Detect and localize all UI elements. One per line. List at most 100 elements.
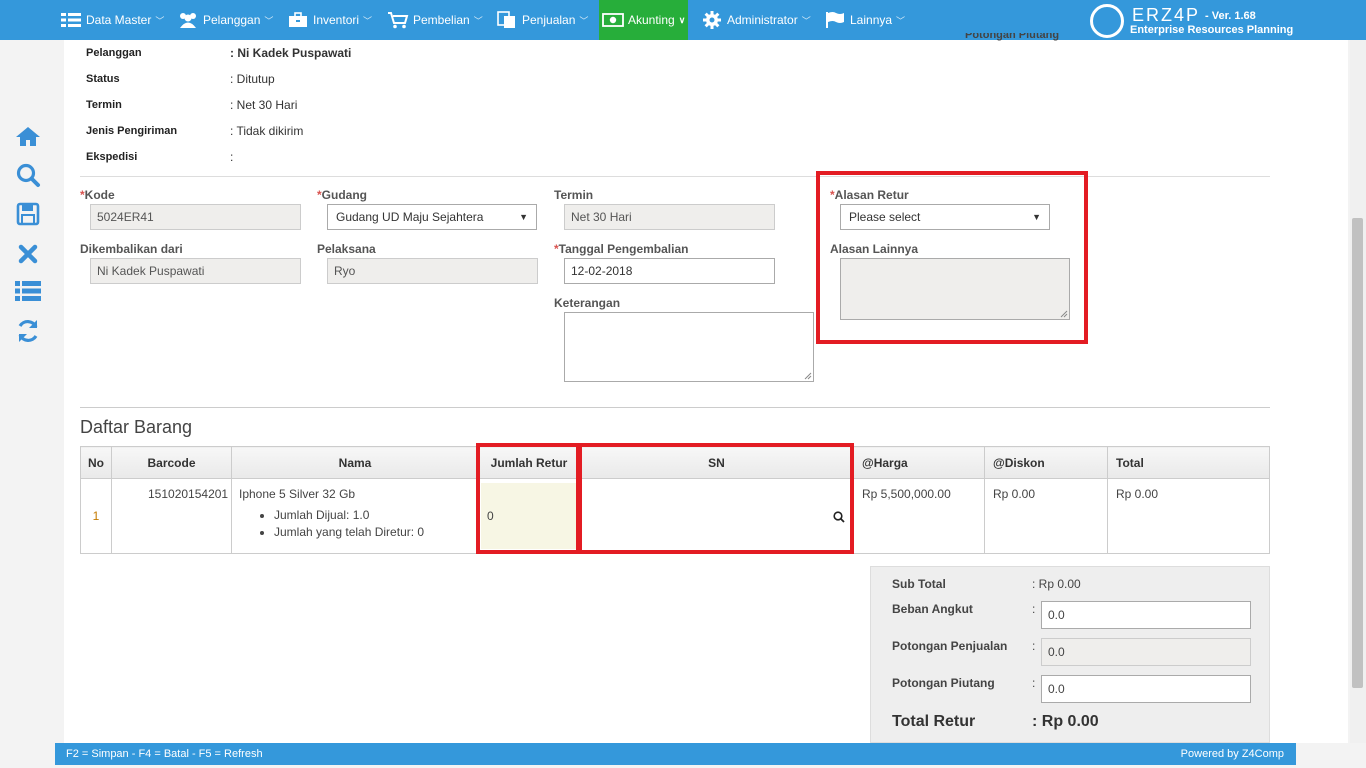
chevron-down-icon: ﹀ xyxy=(264,15,274,26)
users-icon xyxy=(177,11,199,29)
divider xyxy=(80,407,1270,408)
brand-name: ERZ4P xyxy=(1132,5,1201,25)
info-jenis-pengiriman-value: : Tidak dikirim xyxy=(230,124,304,138)
beban-angkut-input[interactable]: 0.0 xyxy=(1041,601,1251,629)
nav-label: Penjualan xyxy=(522,13,576,27)
quick-action-bar xyxy=(8,112,48,352)
list-icon xyxy=(15,281,41,301)
chevron-down-icon: ﹀ xyxy=(579,15,589,26)
refresh-button[interactable] xyxy=(8,315,48,347)
potongan-penjualan-input[interactable]: 0.0 xyxy=(1041,638,1251,666)
col-header-total: Total xyxy=(1107,446,1270,479)
money-icon xyxy=(602,11,624,29)
cell-diskon: Rp 0.00 xyxy=(984,478,1108,554)
info-ekspedisi-label: Ekspedisi xyxy=(86,151,138,163)
brand-logo: ERZ4P - Ver. 1.68 Enterprise Resources P… xyxy=(1090,2,1360,38)
documents-icon xyxy=(496,11,518,29)
nav-pembelian[interactable]: Pembelian ﹀ xyxy=(387,0,483,40)
dikembalikan-dari-label: Dikembalikan dari xyxy=(80,242,183,256)
info-termin-label: Termin xyxy=(86,99,122,111)
keterangan-textarea[interactable] xyxy=(564,312,814,382)
info-jenis-pengiriman-label: Jenis Pengiriman xyxy=(86,125,178,137)
beban-angkut-label: Beban Angkut xyxy=(892,602,973,616)
powered-by: Powered by Z4Comp xyxy=(1180,748,1284,760)
cell-barcode: 151020154201 xyxy=(111,478,232,554)
search-icon xyxy=(16,163,40,187)
col-header-harga: @Harga xyxy=(853,446,985,479)
gudang-select-value: Gudang UD Maju Sejahtera xyxy=(336,210,484,224)
tanggal-pengembalian-field[interactable]: 12-02-2018 xyxy=(564,258,775,284)
chevron-down-icon: ﹀ xyxy=(363,15,373,26)
termin-label: Termin xyxy=(554,188,594,202)
grid-list-icon xyxy=(60,11,82,29)
section-title-daftar-barang: Daftar Barang xyxy=(80,417,193,437)
cancel-button[interactable] xyxy=(8,238,48,270)
nav-penjualan[interactable]: Penjualan ﹀ xyxy=(496,0,588,40)
totals-panel: Sub Total : Rp 0.00 Beban Angkut : 0.0 P… xyxy=(870,566,1270,743)
top-navbar: Data Master ﹀ Pelanggan ﹀ Inventori ﹀ Pe… xyxy=(0,0,1366,40)
home-icon xyxy=(16,127,40,146)
nav-data-master[interactable]: Data Master ﹀ xyxy=(60,0,164,40)
nav-label: Lainnya xyxy=(850,13,893,27)
info-pelanggan-label: Pelanggan xyxy=(86,47,142,59)
kode-field[interactable]: 5024ER41 xyxy=(90,204,301,230)
highlight-box-sn xyxy=(576,443,854,554)
keterangan-label: Keterangan xyxy=(554,296,621,310)
cropped-header-text: Potongan Piutang xyxy=(965,33,1060,41)
nav-label: Akunting xyxy=(628,13,675,27)
save-button[interactable] xyxy=(8,198,48,230)
colon: : xyxy=(1032,602,1036,616)
nav-label: Pembelian xyxy=(413,13,470,27)
nav-akunting[interactable]: Akunting ∨ xyxy=(599,0,688,40)
nav-label: Pelanggan xyxy=(203,13,261,27)
nav-administrator[interactable]: Administrator ﹀ xyxy=(701,0,811,40)
brand-tagline: Enterprise Resources Planning xyxy=(1130,24,1294,36)
gudang-select[interactable]: Gudang UD Maju Sejahtera ▼ xyxy=(327,204,537,230)
close-icon xyxy=(18,244,38,264)
colon: : xyxy=(1032,676,1036,690)
nav-lainnya[interactable]: Lainnya ﹀ xyxy=(824,0,905,40)
potongan-piutang-label: Potongan Piutang xyxy=(892,676,995,690)
briefcase-icon xyxy=(287,11,309,29)
termin-field[interactable]: Net 30 Hari xyxy=(564,204,775,230)
pelaksana-field[interactable]: Ryo xyxy=(327,258,538,284)
info-pelanggan-value: : Ni Kadek Puspawati xyxy=(230,46,352,60)
sub-total-label: Sub Total xyxy=(892,577,946,591)
kode-label: *Kode xyxy=(80,188,115,202)
col-header-nama: Nama xyxy=(231,446,479,479)
info-termin-value: : Net 30 Hari xyxy=(230,98,298,112)
dikembalikan-dari-field[interactable]: Ni Kadek Puspawati xyxy=(90,258,301,284)
info-status-label: Status xyxy=(86,73,120,85)
sub-total-value: : Rp 0.00 xyxy=(1032,577,1081,591)
potongan-penjualan-label: Potongan Penjualan xyxy=(892,639,1008,653)
keyboard-shortcuts: F2 = Simpan - F4 = Batal - F5 = Refresh xyxy=(66,748,263,760)
cart-icon xyxy=(387,11,409,29)
info-ekspedisi-value: : xyxy=(230,150,234,164)
total-retur-label: Total Retur xyxy=(892,713,976,730)
flag-icon xyxy=(824,11,846,29)
dropdown-arrow-icon: ▼ xyxy=(519,212,528,222)
nav-label: Inventori xyxy=(313,13,360,27)
scrollbar-thumb[interactable] xyxy=(1352,218,1363,688)
chevron-down-icon: ﹀ xyxy=(801,15,811,26)
potongan-piutang-input[interactable]: 0.0 xyxy=(1041,675,1251,703)
home-button[interactable] xyxy=(8,120,48,152)
logo-mark-icon xyxy=(1090,4,1124,38)
resize-handle-icon[interactable] xyxy=(804,372,812,380)
col-header-no: No xyxy=(80,446,112,479)
col-header-diskon: @Diskon xyxy=(984,446,1108,479)
colon: : xyxy=(1032,639,1036,653)
list-button[interactable] xyxy=(8,275,48,307)
nav-pelanggan[interactable]: Pelanggan ﹀ xyxy=(177,0,273,40)
cell-total: Rp 0.00 xyxy=(1107,478,1270,554)
nav-inventori[interactable]: Inventori ﹀ xyxy=(287,0,372,40)
refresh-icon xyxy=(18,320,38,342)
nav-label: Data Master xyxy=(86,13,152,27)
chevron-down-icon: ∨ xyxy=(678,14,686,25)
info-status-value: : Ditutup xyxy=(230,72,275,86)
footer-bar: F2 = Simpan - F4 = Batal - F5 = Refresh … xyxy=(55,743,1296,765)
search-button[interactable] xyxy=(8,159,48,191)
cell-no: 1 xyxy=(80,478,112,554)
item-details-list: Jumlah Dijual: 1.0 Jumlah yang telah Dir… xyxy=(274,507,478,541)
item-name: Iphone 5 Silver 32 Gb xyxy=(239,487,356,501)
